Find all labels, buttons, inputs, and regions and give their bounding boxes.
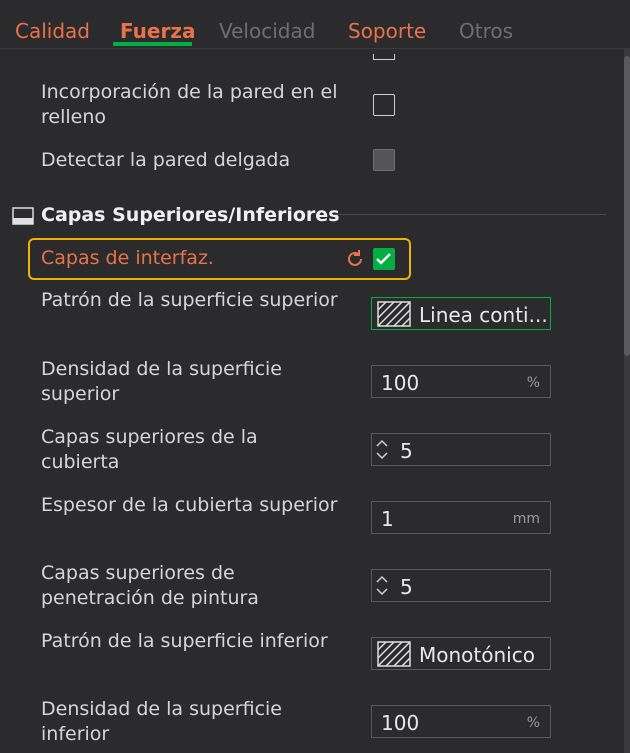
bottom-density-unit: % bbox=[526, 715, 540, 731]
check-icon bbox=[376, 253, 391, 265]
paint-layers-label: Capas superiores de penetración de pintu… bbox=[41, 562, 259, 609]
tab-otros[interactable]: Otros bbox=[459, 19, 513, 43]
section-icon bbox=[12, 207, 34, 229]
top-pattern-select[interactable]: Linea conti... bbox=[371, 297, 551, 330]
top-shell-thickness-label: Espesor de la cubierta superior bbox=[41, 494, 338, 516]
spinner-icon[interactable] bbox=[375, 437, 389, 462]
spinner-icon[interactable] bbox=[375, 573, 389, 598]
thin-wall-label: Detectar la pared delgada bbox=[41, 149, 291, 171]
hatch-pattern-icon bbox=[377, 641, 411, 667]
bottom-density-label: Densidad de la superficie inferior bbox=[41, 698, 282, 745]
hatch-pattern-icon bbox=[377, 301, 411, 327]
top-shell-layers-value: 5 bbox=[400, 439, 413, 463]
top-density-unit: % bbox=[526, 375, 540, 391]
tab-fuerza[interactable]: Fuerza bbox=[120, 19, 195, 43]
paint-layers-stepper[interactable]: 5 bbox=[371, 569, 551, 602]
wall-infill-label: Incorporación de la pared en el relleno bbox=[41, 81, 338, 128]
cut-off-checkbox[interactable] bbox=[373, 54, 395, 60]
bottom-pattern-label: Patrón de la superficie inferior bbox=[41, 630, 328, 652]
bottom-density-value: 100 bbox=[381, 711, 420, 735]
top-density-label: Densidad de la superficie superior bbox=[41, 358, 282, 405]
tab-calidad[interactable]: Calidad bbox=[15, 19, 90, 43]
active-tab-indicator bbox=[113, 42, 192, 46]
section-title: Capas Superiores/Inferiores bbox=[41, 204, 340, 226]
paint-layers-value: 5 bbox=[400, 575, 413, 599]
bottom-pattern-select[interactable]: Monotónico bbox=[371, 637, 551, 670]
bottom-pattern-value: Monotónico bbox=[419, 643, 535, 667]
top-pattern-label: Patrón de la superficie superior bbox=[41, 289, 338, 311]
section-divider bbox=[333, 214, 606, 215]
interface-layers-checkbox[interactable] bbox=[373, 248, 395, 270]
top-shell-thickness-value: 1 bbox=[381, 507, 394, 531]
reset-icon[interactable] bbox=[344, 248, 366, 274]
thin-wall-checkbox[interactable] bbox=[373, 149, 395, 171]
scrollbar-thumb[interactable] bbox=[624, 56, 630, 356]
top-density-value: 100 bbox=[381, 371, 420, 395]
top-shell-layers-stepper[interactable]: 5 bbox=[371, 433, 551, 466]
wall-infill-checkbox[interactable] bbox=[373, 94, 395, 116]
bottom-density-input[interactable]: 100 % bbox=[371, 705, 551, 738]
top-density-input[interactable]: 100 % bbox=[371, 365, 551, 398]
tab-soporte[interactable]: Soporte bbox=[348, 19, 426, 43]
interface-layers-label: Capas de interfaz. bbox=[41, 247, 214, 269]
top-shell-thickness-unit: mm bbox=[512, 511, 540, 527]
top-shell-thickness-input[interactable]: 1 mm bbox=[371, 501, 551, 534]
scrollbar[interactable] bbox=[624, 48, 630, 753]
tab-bar: Calidad Fuerza Velocidad Soporte Otros bbox=[0, 0, 630, 49]
top-pattern-value: Linea conti... bbox=[419, 303, 548, 327]
top-shell-layers-label: Capas superiores de la cubierta bbox=[41, 426, 258, 473]
tab-velocidad[interactable]: Velocidad bbox=[219, 19, 315, 43]
